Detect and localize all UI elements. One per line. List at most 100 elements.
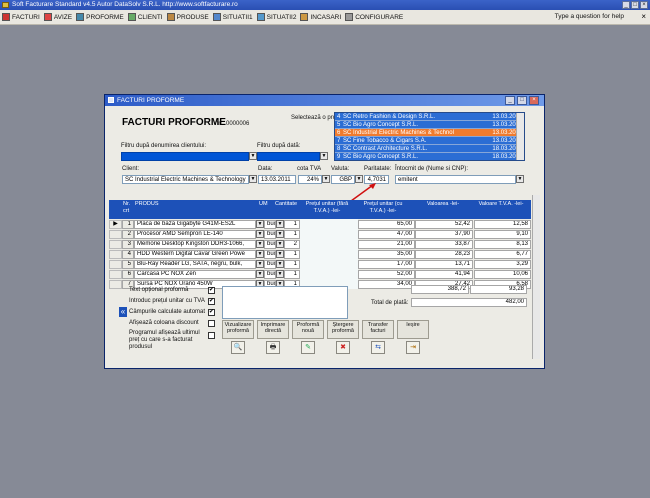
row-pu-cu-tva[interactable]: 35,00 [358, 250, 415, 259]
chevron-down-icon[interactable]: ▼ [276, 230, 284, 238]
exit-button[interactable]: Ieșire [397, 320, 429, 339]
row-selector[interactable]: ▶ [109, 220, 122, 229]
option-checkbox[interactable]: ✔ [208, 287, 215, 294]
preview-button[interactable]: Vizualizare proformă [222, 320, 254, 339]
table-row[interactable]: ▶ 1 Placa de baza Gigabyte G41M-ES2L ▼ buc ▼ 1… [109, 220, 531, 230]
menu-situatii1[interactable]: SITUATII1 [212, 13, 253, 21]
vat-field[interactable]: 24% [298, 175, 322, 184]
row-selector[interactable] [109, 270, 122, 279]
minimize-button[interactable]: _ [622, 1, 630, 9]
window-minimize-button[interactable]: _ [505, 96, 515, 105]
delete-icon[interactable]: ✖ [336, 341, 350, 354]
row-produs[interactable]: Carcasa PC NOX Zen [134, 270, 256, 279]
printer-icon[interactable]: 🖶 [266, 341, 280, 354]
row-produs[interactable]: Procesor AMD Sempron LE-140 [134, 230, 256, 239]
chevron-down-icon[interactable]: ▼ [276, 270, 284, 278]
transfer-button[interactable]: Transfer facturi [362, 320, 394, 339]
row-um[interactable]: buc [264, 260, 276, 269]
row-pu-cu-tva[interactable]: 21,00 [358, 240, 415, 249]
option-checkbox[interactable]: ✔ [208, 298, 215, 305]
delete-proforma-button[interactable]: Ștergere proformă [327, 320, 359, 339]
menu-incasari[interactable]: INCASARI [300, 13, 341, 21]
print-button[interactable]: Imprimare directă [257, 320, 289, 339]
optional-text-area[interactable] [222, 286, 348, 319]
chevron-down-icon[interactable]: ▼ [276, 260, 284, 268]
row-produs[interactable]: HDD Western Digital Cavar Green Powe [134, 250, 256, 259]
chevron-down-icon[interactable]: ▼ [256, 220, 264, 228]
close-button[interactable]: × [640, 1, 648, 9]
chevron-down-icon[interactable]: ▼ [256, 250, 264, 258]
row-produs[interactable]: Memorie Desktop Kingston DDR3-1066, [134, 240, 256, 249]
client-select[interactable]: SC Industrial Electric Machines & Techno… [122, 175, 249, 184]
row-pu-cu-tva[interactable]: 52,00 [358, 270, 415, 279]
chevron-down-icon[interactable]: ▼ [256, 270, 264, 278]
table-row[interactable]: 6 Carcasa PC NOX Zen ▼ buc ▼ 1 52,00 41,94 10,06 [109, 270, 531, 280]
chevron-down-icon[interactable]: ▼ [516, 175, 524, 183]
help-search-input[interactable]: Type a question for help [555, 13, 624, 20]
row-pu-cu-tva[interactable]: 47,00 [358, 230, 415, 239]
menu-situatii2[interactable]: SITUATII2 [256, 13, 296, 21]
chevron-down-icon[interactable]: ▼ [276, 250, 284, 258]
exit-icon[interactable]: ⇥ [406, 341, 420, 354]
list-scrollbar[interactable] [516, 113, 524, 160]
maximize-button[interactable]: □ [631, 1, 639, 9]
row-selector[interactable] [109, 250, 122, 259]
row-cantitate[interactable]: 1 [284, 230, 300, 239]
row-um[interactable]: buc [264, 270, 276, 279]
proforma-list-item[interactable]: 9 SC Bio Agro Concept S.R.L. 18.03.2011 [335, 153, 524, 160]
row-produs[interactable]: Placa de baza Gigabyte G41M-ES2L [134, 220, 256, 229]
table-row[interactable]: 2 Procesor AMD Sempron LE-140 ▼ buc ▼ 1 47,00 3… [109, 230, 531, 240]
row-cantitate[interactable]: 1 [284, 220, 300, 229]
chevron-down-icon[interactable]: ▼ [276, 240, 284, 248]
row-cantitate[interactable]: 1 [284, 250, 300, 259]
row-pu-cu-tva[interactable]: 17,00 [358, 260, 415, 269]
date-field[interactable]: 13.03.2011 [258, 175, 296, 184]
window-close-button[interactable]: × [529, 96, 539, 105]
row-pu-cu-tva[interactable]: 65,00 [358, 220, 415, 229]
chevron-down-icon[interactable]: ▼ [256, 230, 264, 238]
chevron-down-icon[interactable]: ▼ [249, 152, 257, 160]
proforma-list-item[interactable]: 5 SC Bio Agro Concept S.R.L. 13.03.2011 [335, 121, 524, 129]
preview-icon[interactable]: 🔍 [231, 341, 245, 354]
proforma-list[interactable]: 4 SC Retro Fashion & Design S.R.L. 13.03.2… [334, 112, 525, 161]
row-pu-cu-tva[interactable]: 34,00 [358, 280, 415, 289]
row-cantitate[interactable]: 2 [284, 240, 300, 249]
menu-configurare[interactable]: CONFIGURARE [345, 13, 403, 21]
filter-client-select[interactable] [121, 152, 249, 161]
table-row[interactable]: 3 Memorie Desktop Kingston DDR3-1066, ▼ buc… [109, 240, 531, 250]
menu-facturi[interactable]: FACTURI [2, 13, 40, 21]
row-selector[interactable] [109, 260, 122, 269]
menu-clienti[interactable]: CLIENTI [127, 13, 163, 21]
row-um[interactable]: buc [264, 230, 276, 239]
proforma-list-item[interactable]: 4 SC Retro Fashion & Design S.R.L. 13.03.2… [335, 113, 524, 121]
new-proforma-button[interactable]: Proformă nouă [292, 320, 324, 339]
chevron-down-icon[interactable]: ▼ [256, 240, 264, 248]
row-cantitate[interactable]: 1 [284, 260, 300, 269]
chevron-down-icon[interactable]: ▼ [322, 175, 330, 183]
menu-produse[interactable]: PRODUSE [166, 13, 209, 21]
option-checkbox[interactable] [208, 320, 215, 327]
table-row[interactable]: 5 Blu-Ray Reader LG, SATA, negru, bulk, ▼ b… [109, 260, 531, 270]
filter-date-select[interactable] [257, 152, 320, 161]
window-maximize-button[interactable]: □ [517, 96, 527, 105]
table-row[interactable]: 4 HDD Western Digital Cavar Green Powe ▼ bu… [109, 250, 531, 260]
proforma-list-item[interactable]: 8 SC Contrast Architecture S.R.L. 18.03.20… [335, 145, 524, 153]
chevron-down-icon[interactable]: ▼ [256, 260, 264, 268]
chevron-down-icon[interactable]: ▼ [276, 220, 284, 228]
row-um[interactable]: buc [264, 220, 276, 229]
transfer-icon[interactable]: ⇆ [371, 341, 385, 354]
chevron-down-icon[interactable]: ▼ [249, 175, 257, 183]
row-um[interactable]: buc [264, 250, 276, 259]
menu-proforme[interactable]: PROFORME [76, 13, 124, 21]
proforma-list-item[interactable]: 7 SC Fine Tobacco & Cigars S.A. 13.03.2011 [335, 137, 524, 145]
close-document-button[interactable]: × [641, 12, 646, 21]
form-scrollbar[interactable] [532, 195, 540, 359]
new-document-icon[interactable]: ✎ [301, 341, 315, 354]
option-checkbox[interactable]: ✔ [208, 309, 215, 316]
row-cantitate[interactable]: 1 [284, 270, 300, 279]
row-selector[interactable] [109, 230, 122, 239]
option-checkbox[interactable] [208, 332, 215, 339]
issued-by-select[interactable]: emitent [395, 175, 516, 184]
row-selector[interactable] [109, 280, 122, 289]
chevron-down-icon[interactable]: ▼ [320, 152, 328, 160]
